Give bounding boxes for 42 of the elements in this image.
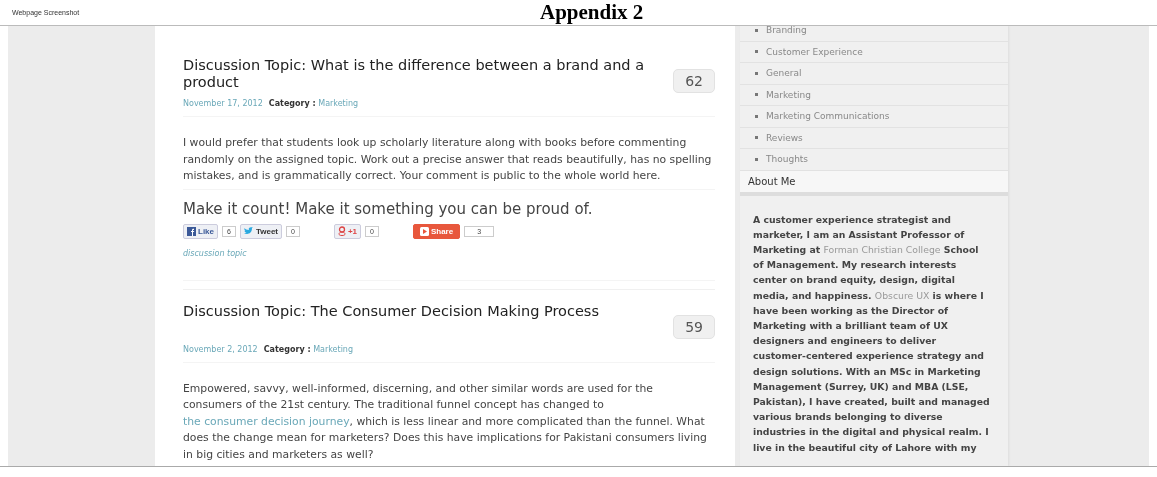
twitter-button[interactable]: Tweet (239, 223, 282, 239)
post-paragraph: Empowered, savvy, well-informed, discerning, and other similar words are used for the consumers of the 21st century. The traditional funnel concept has changed to the consumer decision journey, which is less linear and more complicated than the funnel. What does the change mean for marketers? Does this have implications for Pakistani consumers living in big cities and marketers as well? (183, 380, 715, 466)
category-item[interactable]: Reviews (766, 132, 803, 143)
category-item[interactable]: Branding (766, 26, 807, 36)
post-date: November 17, 2012 (183, 99, 263, 108)
post-date: November 2, 2012 (183, 344, 258, 354)
bullet-icon (755, 93, 758, 97)
bullet-icon (755, 71, 758, 75)
text-link[interactable]: Obscure UX (874, 289, 930, 301)
comment-count[interactable]: 62 (673, 69, 715, 93)
category-link[interactable]: Marketing (318, 99, 359, 108)
bird-icon (243, 227, 254, 235)
facebook-icon (187, 226, 196, 236)
bullet-icon (755, 157, 758, 161)
category-item[interactable]: Customer Experience (766, 46, 863, 57)
about-paragraph: A customer experience strategist and marketer, I am an Assistant Professor of Marketing at Forman Christian College School of Management. My research interests center on brand equity, design, digital media, and happiness. Obscure UX is where I have been working as the Director of Marketing with a brilliant team of UX designers and engineers to deliver customer-centered experience strategy and design solutions. With an MSc in Marketing Management (Surrey, UK) and MBA (LSE, Pakistan), I have created, built and managed various brands belonging to diverse industries in the digital and physical realm. I live in the beautiful city of Lahore with my (752, 212, 991, 455)
share-icon (419, 226, 429, 236)
bullet-icon (755, 114, 758, 118)
category-label: Category : (263, 344, 311, 354)
text-link[interactable]: Forman Christian College (823, 243, 941, 255)
callout-text: Make it count! Make it something you can be proud of. (183, 199, 594, 218)
category-item[interactable]: Thoughts (766, 154, 809, 165)
category-item[interactable]: Marketing (766, 89, 811, 100)
category-label: Category : (268, 99, 316, 108)
post-paragraph: I would prefer that students look up scholarly literature along with books before commenting randomly on the assigned topic. Work out a precise answer that reads beautifully, has no spelling mistakes, and is grammatically correct. Your comment is public to the whole world here. (183, 135, 715, 190)
facebook-button[interactable]: Like (183, 223, 218, 239)
share-button[interactable]: Share (412, 223, 461, 239)
google-button[interactable]: +1 (333, 223, 362, 239)
bullet-icon (755, 50, 758, 54)
comment-count[interactable]: 59 (673, 314, 715, 339)
bullet-icon (755, 28, 758, 32)
bullet-icon (755, 136, 758, 140)
appendix-heading: Appendix 2 (540, 0, 644, 24)
post-title[interactable]: Discussion Topic: What is the difference between a brand and a product (183, 57, 664, 91)
tag-link[interactable]: discussion topic (183, 248, 247, 258)
sidebar-heading: About Me (740, 170, 1008, 196)
category-link[interactable]: Marketing (313, 344, 353, 354)
text-link[interactable]: the consumer decision journey (183, 414, 350, 428)
google-plus-icon (337, 226, 346, 236)
post-title[interactable]: Discussion Topic: The Consumer Decision Making Process (183, 302, 599, 320)
category-item[interactable]: General (766, 68, 802, 79)
category-item[interactable]: Marketing Communications (766, 111, 890, 122)
